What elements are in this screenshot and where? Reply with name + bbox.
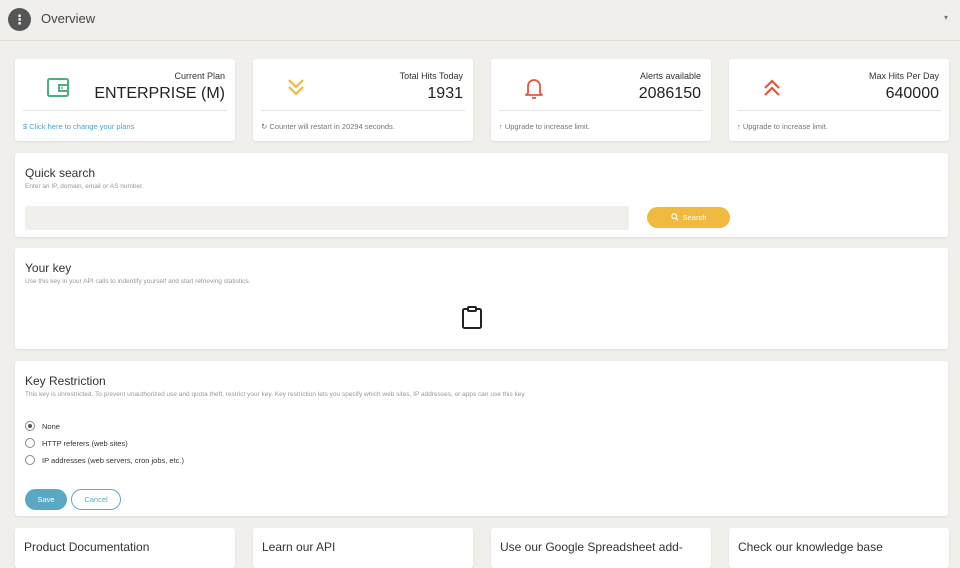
stat-value: 2086150 xyxy=(638,85,701,102)
product-documentation-card[interactable]: Product Documentation xyxy=(15,528,235,568)
wallet-icon xyxy=(43,73,73,103)
stat-value: 640000 xyxy=(885,85,939,102)
stat-footer-label: Upgrade to increase limit. xyxy=(742,122,828,131)
top-bar: ⋮ Overview ▾ xyxy=(0,0,960,41)
radio-button[interactable] xyxy=(25,455,35,465)
upgrade-link[interactable]: ↑ Upgrade to increase limit. xyxy=(737,122,828,131)
card-title: Check our knowledge base xyxy=(738,540,883,554)
divider xyxy=(499,110,703,111)
page-title: Overview xyxy=(41,11,96,26)
quick-search-subtitle: Enter an IP, domain, email or AS number. xyxy=(25,183,144,190)
stat-card-max-hits: Max Hits Per Day 640000 ↑ Upgrade to inc… xyxy=(729,59,949,141)
radio-option-http-referers[interactable]: HTTP referers (web sites) xyxy=(25,438,128,448)
spreadsheet-addon-card[interactable]: Use our Google Spreadsheet add- xyxy=(491,528,711,568)
refresh-icon: ↻ xyxy=(261,122,268,131)
save-button[interactable]: Save xyxy=(25,489,67,510)
radio-button[interactable] xyxy=(25,438,35,448)
double-chevron-up-icon xyxy=(757,73,787,103)
radio-option-none[interactable]: None xyxy=(25,421,60,431)
double-chevron-down-icon xyxy=(281,73,311,103)
card-title: Use our Google Spreadsheet add- xyxy=(500,540,683,554)
arrow-up-icon: ↑ xyxy=(737,122,741,131)
stat-card-current-plan: Current Plan ENTERPRISE (M) $ Click here… xyxy=(15,59,235,141)
radio-button[interactable] xyxy=(25,421,35,431)
radio-label: HTTP referers (web sites) xyxy=(42,438,128,448)
your-key-card: Your key Use this key in your API calls … xyxy=(15,248,948,349)
stat-value: ENTERPRISE (M) xyxy=(94,85,225,102)
quick-search-title: Quick search xyxy=(25,166,96,180)
quick-search-card: Quick search Enter an IP, domain, email … xyxy=(15,153,948,237)
divider xyxy=(737,110,941,111)
stat-label: Max Hits Per Day xyxy=(868,71,939,81)
your-key-subtitle: Use this key in your API calls to indent… xyxy=(25,278,251,285)
clipboard-icon[interactable] xyxy=(461,306,483,330)
radio-label: IP addresses (web servers, cron jobs, et… xyxy=(42,455,185,465)
card-title: Learn our API xyxy=(262,540,336,554)
arrow-up-icon: ↑ xyxy=(499,122,503,131)
chevron-down-icon[interactable]: ▾ xyxy=(944,13,948,22)
upgrade-link[interactable]: ↑ Upgrade to increase limit. xyxy=(499,122,590,131)
search-icon xyxy=(670,212,679,223)
radio-label: None xyxy=(42,421,60,431)
card-title: Product Documentation xyxy=(24,540,150,554)
stat-footer: ↻ Counter will restart in 20294 seconds. xyxy=(261,122,395,131)
stat-card-total-hits: Total Hits Today 1931 ↻ Counter will res… xyxy=(253,59,473,141)
divider xyxy=(23,110,227,111)
radio-option-ip-addresses[interactable]: IP addresses (web servers, cron jobs, et… xyxy=(25,455,184,465)
stat-label: Current Plan xyxy=(174,71,225,81)
search-input[interactable] xyxy=(25,206,629,230)
dollar-icon: $ xyxy=(23,122,28,131)
bell-icon xyxy=(519,73,549,103)
key-restriction-card: Key Restriction This key is unrestricted… xyxy=(15,361,948,516)
stat-label: Total Hits Today xyxy=(399,71,463,81)
stat-label: Alerts available xyxy=(639,71,701,81)
knowledge-base-card[interactable]: Check our knowledge base xyxy=(729,528,949,568)
cancel-button[interactable]: Cancel xyxy=(71,489,121,510)
stat-value: 1931 xyxy=(427,85,463,102)
key-restriction-subtitle: This key is unrestricted. To prevent una… xyxy=(25,391,526,398)
divider xyxy=(261,110,465,111)
search-button[interactable]: Search xyxy=(647,207,730,228)
key-restriction-title: Key Restriction xyxy=(25,374,106,388)
stat-footer-label: Upgrade to increase limit. xyxy=(504,122,590,131)
your-key-title: Your key xyxy=(25,261,72,275)
change-plan-link[interactable]: $ Click here to change your plans xyxy=(23,122,134,131)
search-button-label: Search xyxy=(682,213,707,222)
change-plan-link-label: Click here to change your plans xyxy=(29,122,135,131)
learn-api-card[interactable]: Learn our API xyxy=(253,528,473,568)
stat-footer-label: Counter will restart in 20294 seconds. xyxy=(269,122,395,131)
menu-icon[interactable]: ⋮ xyxy=(8,8,31,31)
stat-card-alerts: Alerts available 2086150 ↑ Upgrade to in… xyxy=(491,59,711,141)
